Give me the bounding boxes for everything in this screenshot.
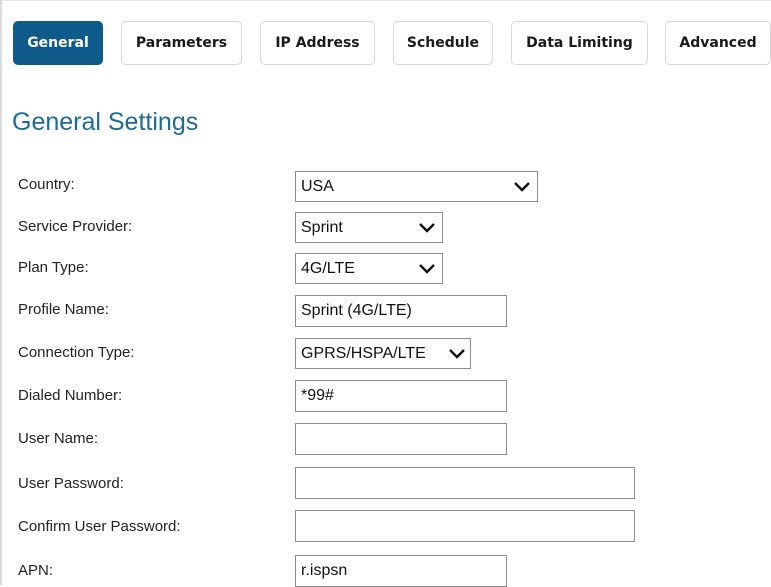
user-name-label: User Name: [18, 430, 99, 447]
profile-name-label: Profile Name: [18, 301, 109, 318]
country-value: USA [301, 177, 334, 195]
frame-left-border [0, 0, 2, 585]
user-name-input[interactable] [295, 423, 507, 455]
tab-general[interactable]: General [13, 21, 103, 65]
page-title: General Settings [12, 108, 199, 136]
chevron-down-icon [419, 222, 435, 233]
connection-type-value: GPRS/HSPA/LTE [301, 344, 426, 362]
dialed-number-value: *99# [301, 387, 334, 404]
confirm-password-input[interactable] [295, 510, 635, 542]
apn-value: r.ispsn [301, 562, 348, 579]
user-password-input[interactable] [295, 467, 635, 499]
chevron-down-icon [449, 348, 465, 359]
frame-top-border [0, 0, 771, 1]
tab-ip-address[interactable]: IP Address [260, 21, 375, 65]
country-select[interactable]: USA [295, 171, 538, 202]
connection-type-label: Connection Type: [18, 344, 135, 361]
tab-advanced[interactable]: Advanced [665, 21, 771, 65]
profile-name-value: Sprint (4G/LTE) [301, 302, 412, 319]
profile-name-input[interactable]: Sprint (4G/LTE) [295, 295, 507, 327]
confirm-password-label: Confirm User Password: [18, 518, 181, 535]
dialed-number-label: Dialed Number: [18, 387, 123, 404]
chevron-down-icon [419, 263, 435, 274]
service-provider-label: Service Provider: [18, 218, 133, 235]
chevron-down-icon [514, 181, 530, 192]
dialed-number-input[interactable]: *99# [295, 380, 507, 412]
apn-input[interactable]: r.ispsn [295, 555, 507, 587]
apn-label: APN: [18, 562, 54, 579]
service-provider-value: Sprint [301, 218, 343, 236]
connection-type-select[interactable]: GPRS/HSPA/LTE [295, 338, 471, 369]
plan-type-value: 4G/LTE [301, 259, 355, 277]
tab-data-limiting[interactable]: Data Limiting [511, 21, 648, 65]
tab-schedule[interactable]: Schedule [393, 21, 493, 65]
tab-parameters[interactable]: Parameters [121, 21, 242, 65]
service-provider-select[interactable]: Sprint [295, 212, 443, 243]
country-label: Country: [18, 176, 75, 193]
plan-type-select[interactable]: 4G/LTE [295, 253, 443, 284]
plan-type-label: Plan Type: [18, 259, 89, 276]
user-password-label: User Password: [18, 475, 124, 492]
